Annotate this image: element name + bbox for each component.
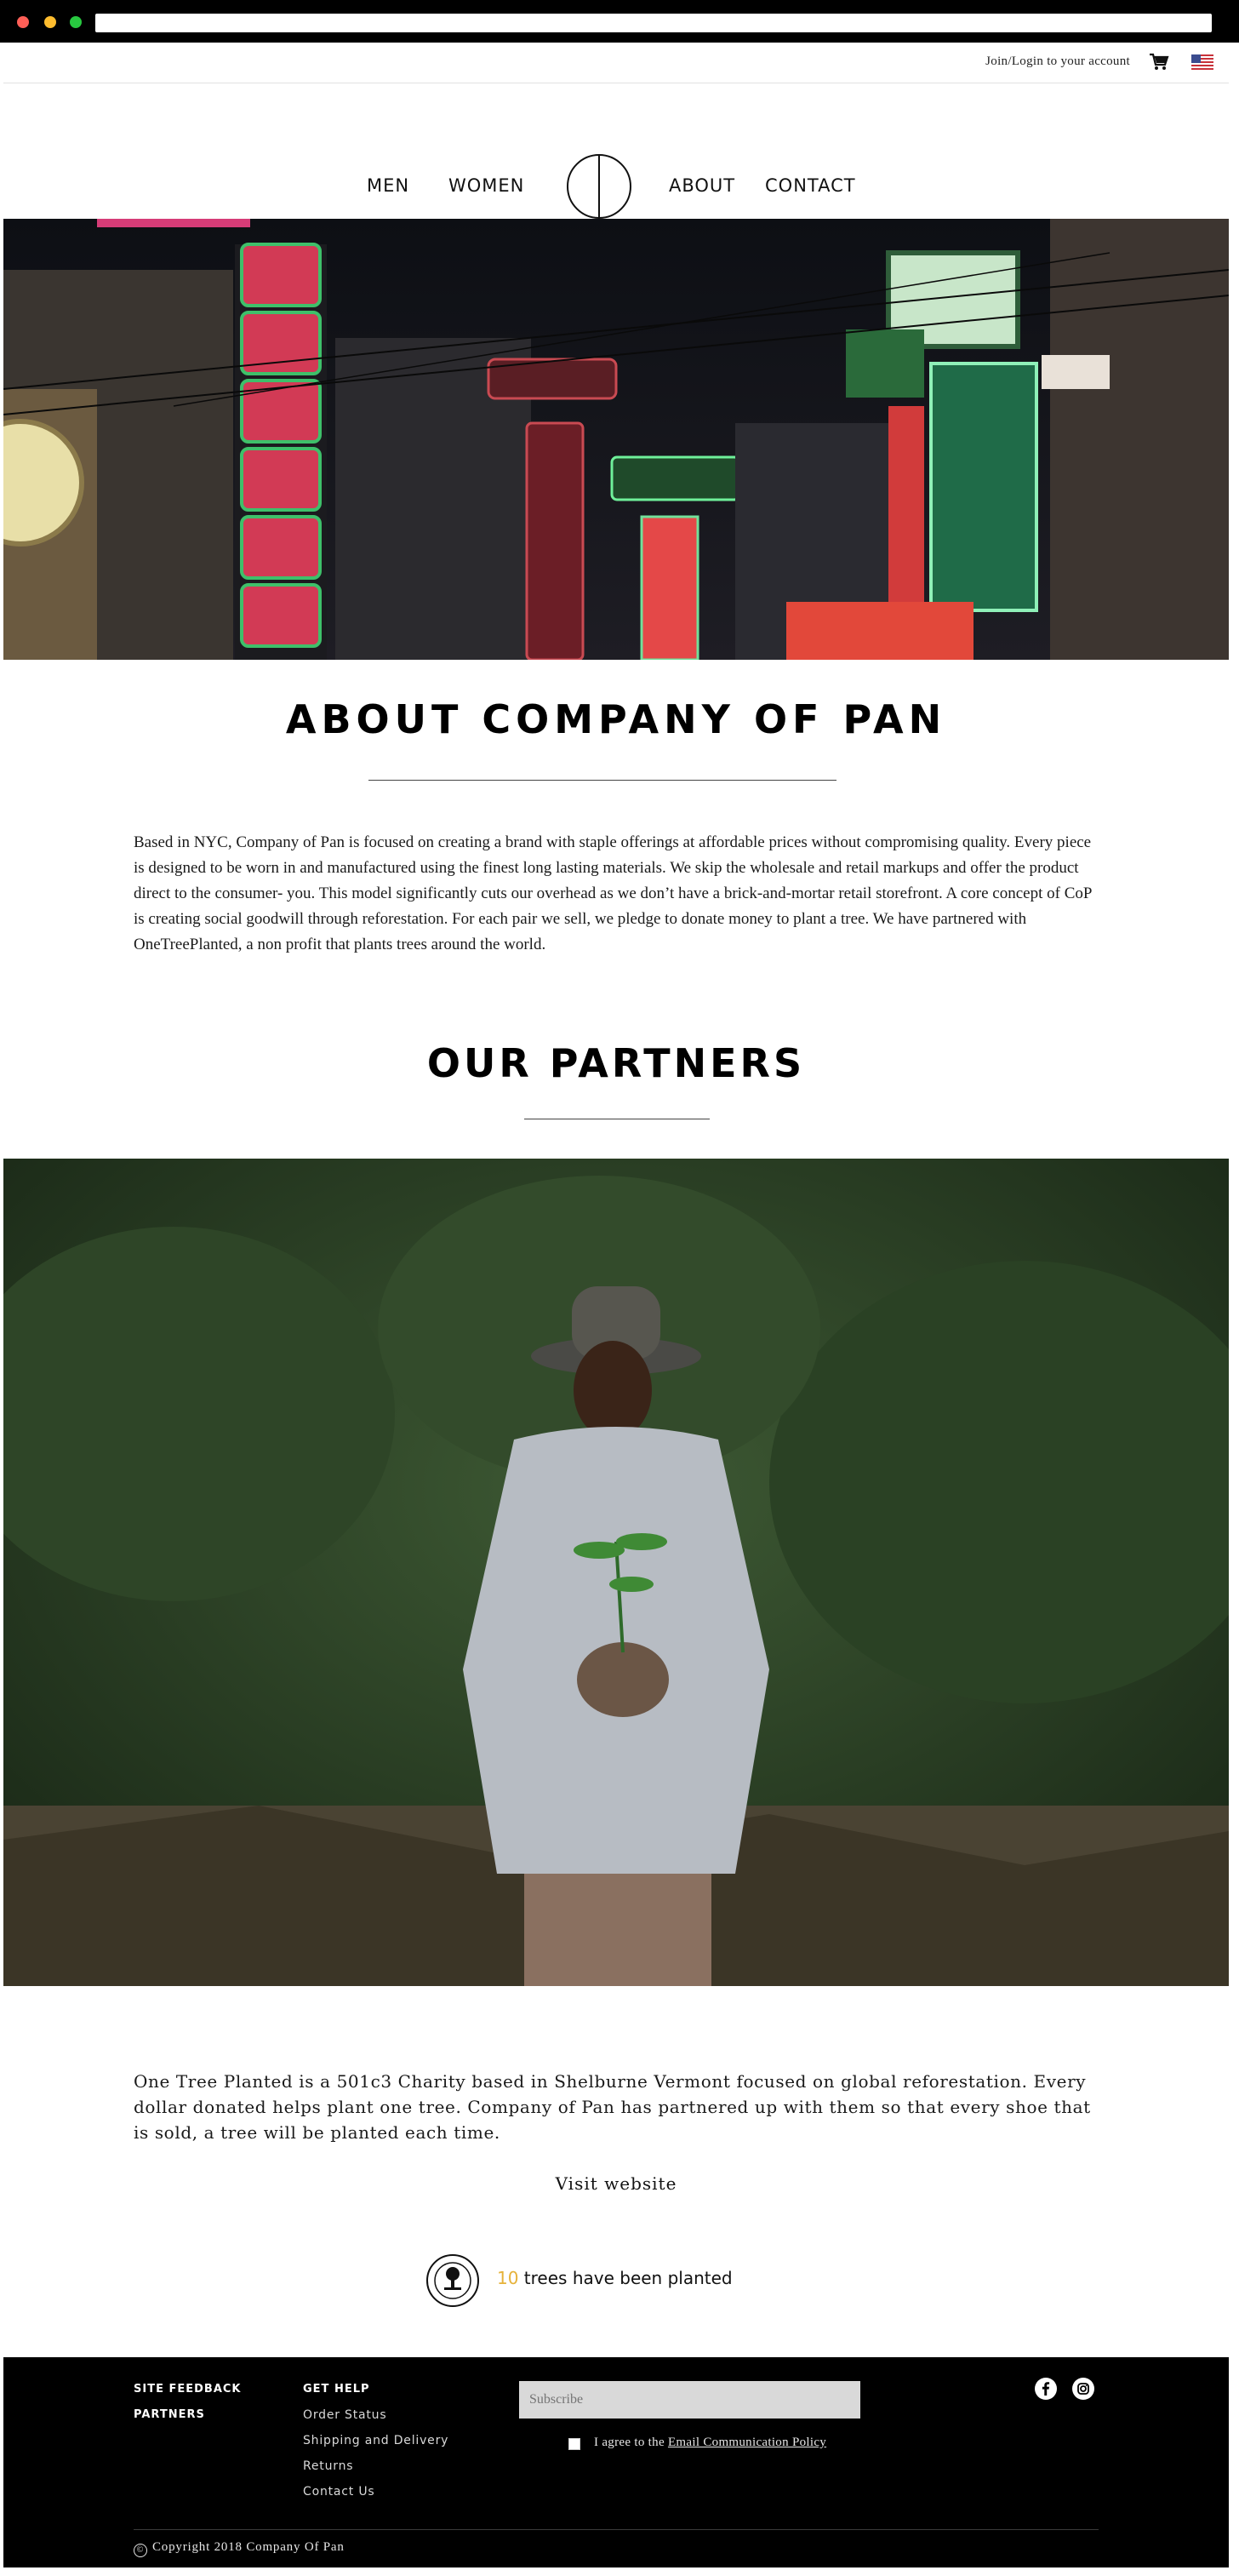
agree-label: I agree to the Email Communication Polic… <box>594 2436 826 2450</box>
visit-website-link[interactable]: Visit website <box>3 2173 1229 2194</box>
partners-title: OUR PARTNERS <box>426 1040 806 1086</box>
copyright-text: Copyright 2018 Company Of Pan <box>152 2540 345 2554</box>
partner-photo <box>3 1159 1229 1986</box>
agree-checkbox[interactable] <box>568 2438 580 2450</box>
trees-planted-counter: 10 trees have been planted <box>497 2268 733 2288</box>
maximize-window-button[interactable] <box>70 16 82 28</box>
about-divider <box>368 780 836 781</box>
account-link[interactable]: Join/Login to your account <box>985 54 1130 69</box>
facebook-icon[interactable] <box>1035 2378 1057 2400</box>
copyright: © Copyright 2018 Company Of Pan <box>134 2540 345 2557</box>
shipping-delivery-link[interactable]: Shipping and Delivery <box>303 2434 448 2447</box>
trees-counter-text: trees have been planted <box>518 2268 733 2288</box>
us-flag-icon[interactable] <box>1191 54 1213 70</box>
hero-image <box>3 219 1229 660</box>
returns-link[interactable]: Returns <box>303 2459 353 2473</box>
minimize-window-button[interactable] <box>44 16 56 28</box>
main-nav: MEN WOMEN ABOUT CONTACT <box>3 84 1229 227</box>
trees-count: 10 <box>497 2268 519 2288</box>
one-tree-planted-badge-icon <box>425 2253 480 2308</box>
subscribe-input[interactable] <box>519 2381 860 2419</box>
browser-title-bar <box>0 0 1239 43</box>
address-bar[interactable] <box>95 14 1212 32</box>
order-status-link[interactable]: Order Status <box>303 2408 386 2422</box>
site-feedback-link[interactable]: SITE FEEDBACK <box>134 2383 242 2396</box>
shopping-cart-icon[interactable] <box>1149 53 1169 72</box>
instagram-icon[interactable] <box>1072 2378 1094 2400</box>
nav-about[interactable]: ABOUT <box>669 175 735 196</box>
contact-us-link[interactable]: Contact Us <box>303 2485 374 2499</box>
nav-women[interactable]: WOMEN <box>448 175 524 196</box>
close-window-button[interactable] <box>17 16 29 28</box>
nav-men[interactable]: MEN <box>367 175 409 196</box>
utility-bar: Join/Login to your account <box>3 43 1229 83</box>
partners-link[interactable]: PARTNERS <box>134 2408 205 2421</box>
partner-description: One Tree Planted is a 501c3 Charity base… <box>134 2071 1091 2143</box>
about-body: Based in NYC, Company of Pan is focused … <box>134 833 1092 953</box>
agree-prefix: I agree to the <box>594 2436 668 2449</box>
nav-contact[interactable]: CONTACT <box>765 175 856 196</box>
footer-divider <box>134 2529 1099 2530</box>
email-policy-link[interactable]: Email Communication Policy <box>668 2436 826 2449</box>
page: Join/Login to your account MEN WOMEN ABO… <box>3 43 1229 2567</box>
get-help-heading: GET HELP <box>303 2383 370 2396</box>
footer: SITE FEEDBACK PARTNERS GET HELP Order St… <box>3 2357 1229 2567</box>
company-of-pan-logo-icon[interactable] <box>565 152 637 229</box>
about-title: ABOUT COMPANY OF PAN <box>285 696 947 742</box>
copyright-icon: © <box>134 2544 147 2557</box>
